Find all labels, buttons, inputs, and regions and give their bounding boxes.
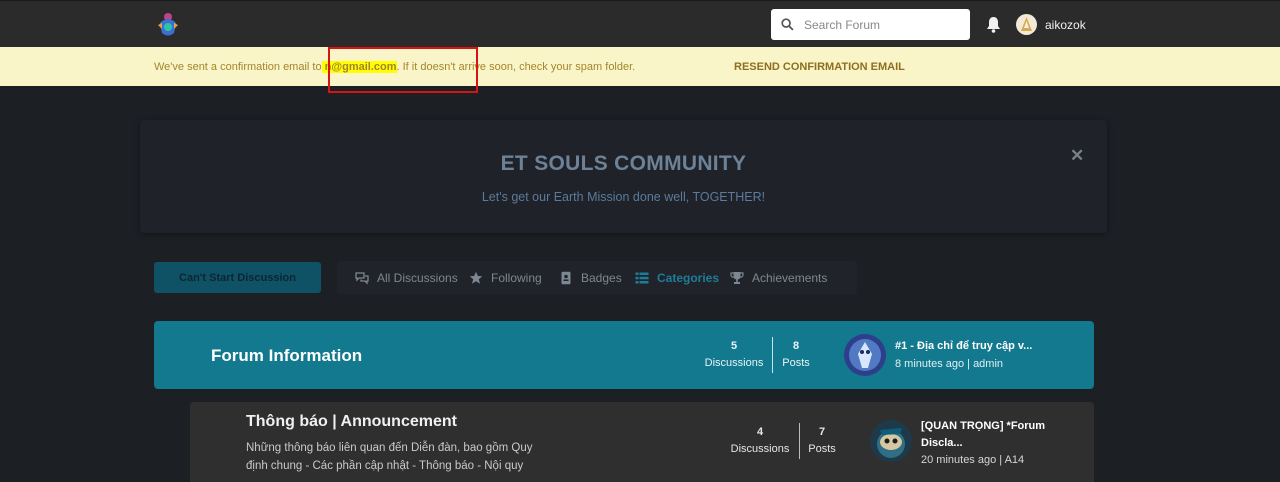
posts-count: 8 Posts <box>778 340 814 369</box>
list-icon <box>635 272 649 283</box>
resend-confirmation-link[interactable]: RESEND CONFIRMATION EMAIL <box>734 61 905 73</box>
last-post-avatar[interactable] <box>870 420 912 462</box>
posts-count: 7 Posts <box>804 426 840 455</box>
hero-subtitle: Let's get our Earth Mission done well, T… <box>481 190 766 204</box>
nav-badges[interactable]: Badges <box>559 261 622 294</box>
alert-text-before: We've sent a confirmation email to <box>154 61 322 73</box>
category-forum-information[interactable]: Forum Information 5 Discussions 8 Posts … <box>154 321 1094 389</box>
annotation-highlight-box <box>328 47 478 93</box>
confirmation-alert: We've sent a confirmation email to ​ n@g… <box>0 47 1280 86</box>
hero-title: ET SOULS COMMUNITY <box>500 152 747 175</box>
category-title: Thông báo | Announcement <box>246 413 457 430</box>
discussions-number: 5 <box>730 340 738 352</box>
bell-icon[interactable] <box>986 16 1001 33</box>
last-post-avatar[interactable] <box>844 334 886 376</box>
trophy-icon <box>730 271 744 284</box>
discussions-number: 4 <box>756 426 764 438</box>
close-icon[interactable]: ✕ <box>1070 146 1084 166</box>
discussions-label: Discussions <box>704 357 764 369</box>
welcome-hero: ET SOULS COMMUNITY Let's get our Earth M… <box>140 120 1107 233</box>
last-post-meta: 8 minutes ago | admin <box>895 358 1004 370</box>
discussions-count: 4 Discussions <box>728 426 792 455</box>
nav-categories[interactable]: Categories <box>635 261 719 294</box>
stat-divider <box>772 337 773 373</box>
nav-label: Achievements <box>752 270 828 285</box>
stat-divider <box>799 423 800 459</box>
nav-label: All Discussions <box>377 270 458 285</box>
posts-number: 7 <box>818 426 826 438</box>
start-discussion-button[interactable]: Can't Start Discussion <box>154 262 321 293</box>
nav-label: Badges <box>581 270 622 285</box>
user-menu[interactable]: aikozok <box>1016 14 1086 35</box>
category-description: Những thông báo liên quan đến Diễn đàn, … <box>246 442 533 472</box>
nav-label: Following <box>491 270 542 285</box>
search-box[interactable] <box>771 9 970 40</box>
category-announcement[interactable]: Thông báo | Announcement Những thông báo… <box>190 402 1094 482</box>
comments-icon <box>355 271 369 285</box>
username: aikozok <box>1045 17 1086 32</box>
last-post-title[interactable]: [QUAN TRỌNG] *Forum Discla... <box>921 418 1071 452</box>
badge-icon <box>561 271 571 284</box>
search-icon <box>781 18 794 31</box>
nav-all-discussions[interactable]: All Discussions <box>355 261 458 294</box>
search-input[interactable] <box>802 16 956 33</box>
last-post-title[interactable]: #1 - Địa chỉ để truy cập v... <box>895 340 1032 352</box>
posts-label: Posts <box>808 443 836 455</box>
logo-icon[interactable] <box>156 11 180 39</box>
nav-label: Categories <box>657 270 720 285</box>
posts-number: 8 <box>792 340 800 352</box>
top-header: aikozok <box>0 0 1280 48</box>
last-post-meta: 20 minutes ago | A14 <box>921 454 1025 466</box>
nav-achievements[interactable]: Achievements <box>730 261 827 294</box>
nav-following[interactable]: Following <box>469 261 542 294</box>
category-title: Forum Information <box>211 346 363 365</box>
star-icon <box>469 271 483 284</box>
index-nav: All Discussions Following Badges Categor… <box>337 261 857 294</box>
avatar <box>1016 14 1037 35</box>
discussions-label: Discussions <box>730 443 790 455</box>
posts-label: Posts <box>782 357 810 369</box>
discussions-count: 5 Discussions <box>702 340 766 369</box>
